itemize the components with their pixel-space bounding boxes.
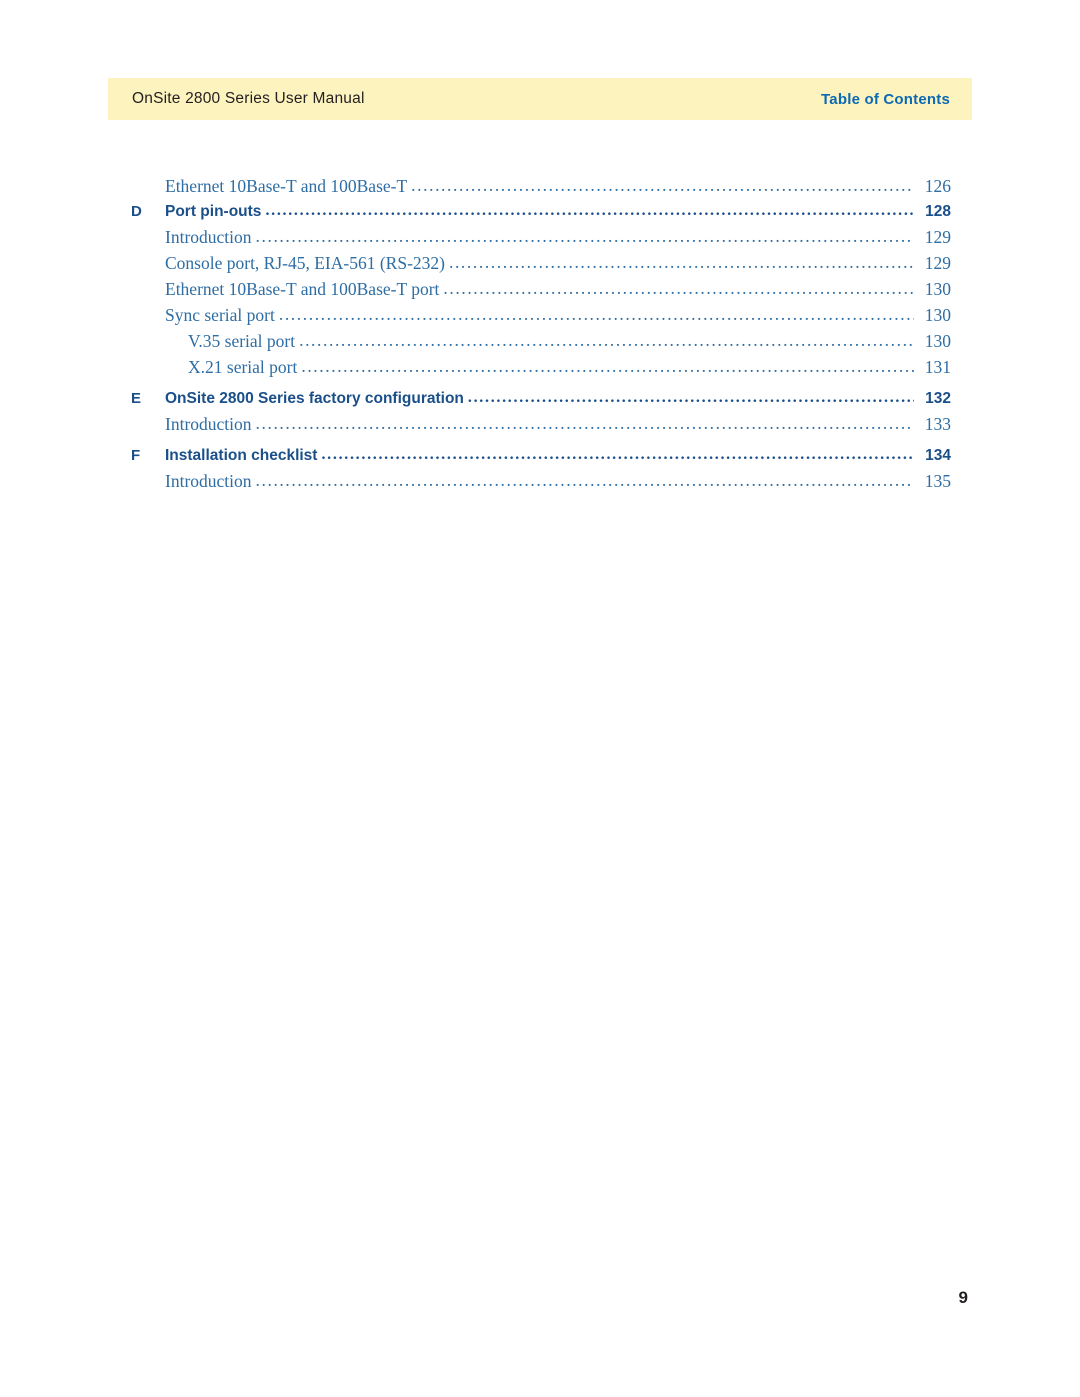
toc-entry-leader: ........................................… [278,305,914,323]
toc-entry-page: 130 [924,278,951,299]
toc-entry-page: 126 [924,176,951,196]
toc-entry[interactable]: F Installation checklist.................… [131,447,951,464]
toc-entry-leader: ........................................… [301,357,914,375]
toc-entry-title: Installation checklist [165,447,318,464]
toc-entry-title: Introduction [165,470,252,491]
toc-entry-title: X.21 serial port [188,356,298,377]
toc-entry-page: 133 [924,413,951,434]
toc-entry-leader: ........................................… [443,279,914,297]
toc-entry[interactable]: Introduction............................… [131,470,951,491]
toc-entry-leader: ........................................… [255,414,914,432]
toc-entry-title: Introduction [165,226,252,247]
toc-entry-title: Console port, RJ-45, EIA-561 (RS-232) [165,252,445,273]
toc-entry[interactable]: Introduction............................… [131,226,951,247]
toc-entry-leader: ........................................… [265,203,914,219]
table-of-contents: Ethernet 10Base-T and 100Base-T.........… [131,176,951,491]
toc-entry-title: Introduction [165,413,252,434]
toc-entry-page: 130 [924,304,951,325]
toc-entry-leader: ........................................… [411,177,914,195]
page-number: 9 [958,1288,968,1307]
toc-entry-page: 134 [925,447,951,464]
toc-entry[interactable]: X.21 serial port........................… [131,356,951,377]
toc-entry[interactable]: V.35 serial port........................… [131,330,951,351]
toc-entry-page: 132 [925,390,951,407]
toc-entry-letter: F [131,447,141,464]
toc-entry[interactable]: Introduction............................… [131,413,951,434]
section-label: Table of Contents [821,90,950,108]
toc-entry-title: OnSite 2800 Series factory configuration [165,390,464,407]
toc-entry[interactable]: Console port, RJ-45, EIA-561 (RS-232)...… [131,252,951,273]
page-header-band: OnSite 2800 Series User Manual Table of … [108,78,972,120]
toc-entry-page: 135 [924,470,951,491]
toc-entry-title: Sync serial port [165,304,275,325]
toc-entry-leader: ........................................… [448,253,914,271]
manual-title: OnSite 2800 Series User Manual [132,90,365,107]
toc-entry-page: 131 [924,356,951,377]
toc-entry-letter: D [131,203,142,220]
toc-entry-leader: ........................................… [321,447,914,463]
toc-entry-page: 128 [925,203,951,220]
toc-entry-title: V.35 serial port [188,330,296,351]
toc-entry-page: 130 [924,330,951,351]
toc-entry[interactable]: Sync serial port........................… [131,304,951,325]
toc-entry-page: 129 [924,226,951,247]
toc-entry[interactable]: Ethernet 10Base-T and 100Base-T.........… [131,176,951,196]
toc-entry[interactable]: Ethernet 10Base-T and 100Base-T port....… [131,278,951,299]
toc-entry-title: Ethernet 10Base-T and 100Base-T [165,176,408,196]
toc-entry-leader: ........................................… [255,227,914,245]
document-page: OnSite 2800 Series User Manual Table of … [0,0,1080,1397]
toc-entry-leader: ........................................… [255,471,914,489]
toc-entry-title: Port pin-outs [165,203,262,220]
toc-entry-page: 129 [924,252,951,273]
toc-entry-leader: ........................................… [467,390,914,406]
toc-entry-leader: ........................................… [299,331,914,349]
toc-entry[interactable]: E OnSite 2800 Series factory configuratio… [131,390,951,407]
toc-entry[interactable]: D Port pin-outs..........................… [131,203,951,220]
toc-entry-letter: E [131,390,142,407]
toc-entry-title: Ethernet 10Base-T and 100Base-T port [165,278,440,299]
